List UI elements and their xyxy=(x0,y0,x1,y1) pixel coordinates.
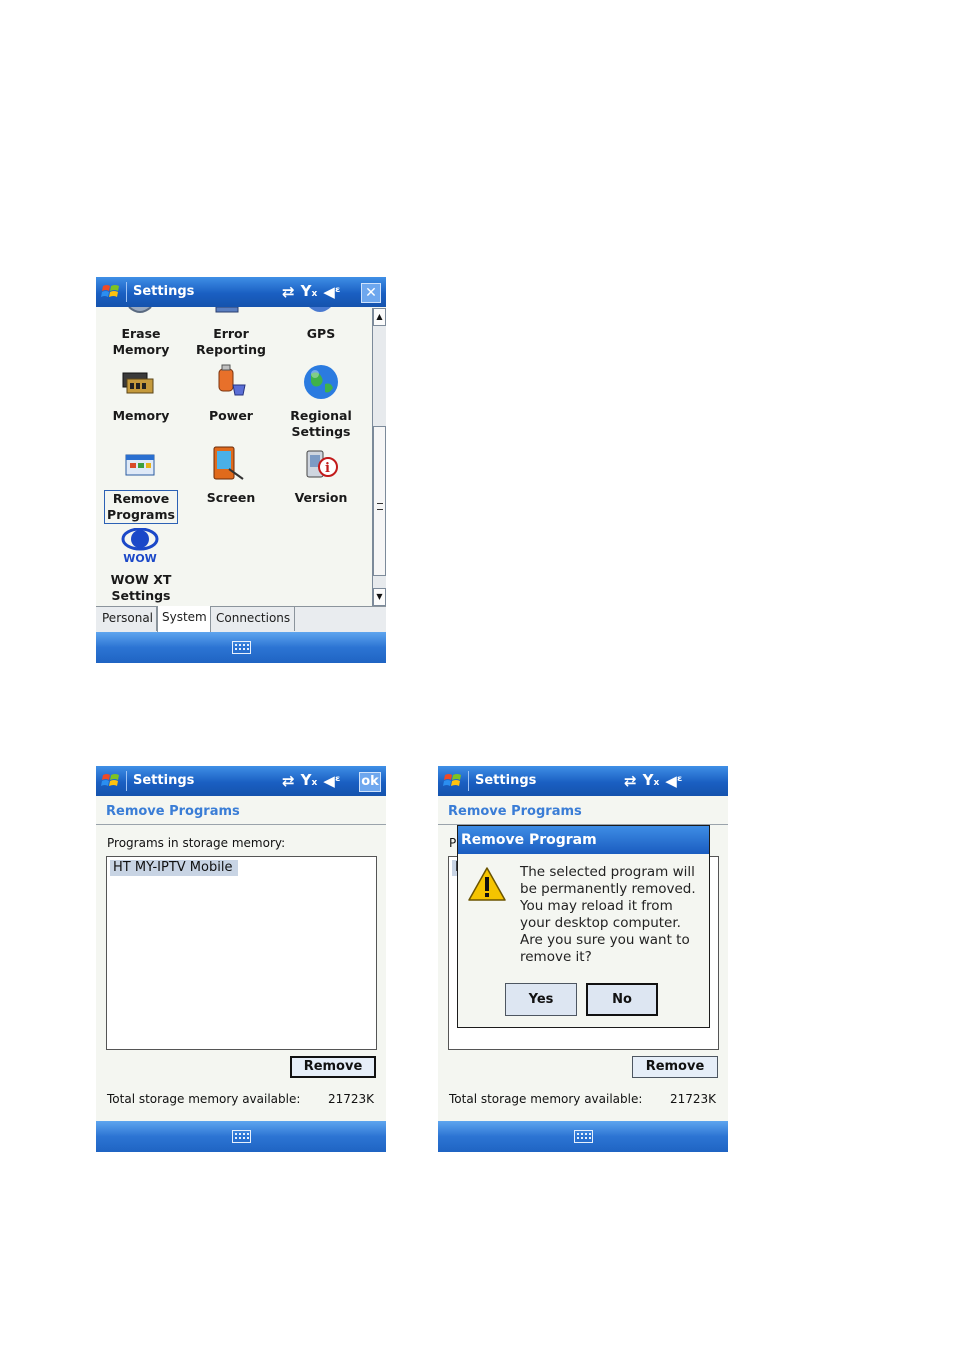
globe-icon xyxy=(304,365,338,399)
grid-item-version[interactable]: Version xyxy=(277,490,365,506)
dialog-message: The selected program will be permanently… xyxy=(520,864,696,965)
storage-label: Total storage memory available: xyxy=(449,1092,643,1106)
programs-list-label: P xyxy=(449,836,457,850)
windows-start-icon[interactable] xyxy=(100,770,122,792)
windows-start-icon[interactable] xyxy=(100,281,122,303)
scroll-down-button[interactable]: ▼ xyxy=(373,588,386,606)
tab-system[interactable]: System xyxy=(157,606,211,632)
programs-listbox[interactable]: HT MY-IPTV Mobile xyxy=(106,856,377,1050)
grid-item-error-reporting[interactable]: Error Reporting xyxy=(187,326,275,358)
storage-label: Total storage memory available: xyxy=(107,1092,301,1106)
remove-confirm-screen: Settings ⇄ Yx ◀ᵋ Remove Programs P H Rem… xyxy=(438,766,728,1152)
soft-key-bar xyxy=(438,1121,728,1152)
connectivity-icon[interactable]: ⇄ xyxy=(282,281,295,303)
title-bar: Settings ⇄ Yx ◀ᵋ ok xyxy=(96,766,386,796)
settings-tabs: Personal System Connections xyxy=(96,606,386,632)
remove-program-dialog: Remove Program The selected program will… xyxy=(457,825,710,1028)
dialog-title: Remove Program xyxy=(458,826,709,854)
grid-item-memory[interactable]: Memory xyxy=(97,408,185,424)
yes-button[interactable]: Yes xyxy=(505,983,577,1016)
selection-highlight: Remove Programs xyxy=(104,490,178,524)
erase-memory-icon xyxy=(128,307,152,313)
page-title: Remove Programs xyxy=(448,804,582,819)
window-title: Settings xyxy=(475,773,537,788)
remove-programs-icon xyxy=(125,454,155,476)
page-title: Remove Programs xyxy=(106,804,240,819)
connectivity-icon[interactable]: ⇄ xyxy=(282,770,295,792)
window-title: Settings xyxy=(133,773,195,788)
speaker-icon[interactable]: ◀ᵋ xyxy=(665,770,682,792)
remove-programs-screen: Settings ⇄ Yx ◀ᵋ ok Remove Programs Prog… xyxy=(96,766,386,1152)
thumb-grip-icon xyxy=(377,503,383,510)
speaker-icon[interactable]: ◀ᵋ xyxy=(323,770,340,792)
scroll-up-button[interactable]: ▲ xyxy=(373,308,386,326)
grid-item-screen[interactable]: Screen xyxy=(187,490,275,506)
gps-icon xyxy=(309,307,331,312)
signal-off-icon[interactable]: Yx xyxy=(301,280,318,305)
grid-item-remove-programs[interactable]: Remove Programs xyxy=(97,490,185,524)
wow-logo-icon: WOW xyxy=(120,527,160,568)
header-divider xyxy=(96,824,386,825)
grid-item-wow-xt-settings[interactable]: WOW XT Settings xyxy=(97,572,185,604)
remove-button[interactable]: Remove xyxy=(632,1056,718,1078)
no-button[interactable]: No xyxy=(586,983,658,1016)
remove-button[interactable]: Remove xyxy=(290,1056,376,1078)
grid-item-erase-memory[interactable]: Erase Memory xyxy=(97,326,185,358)
windows-start-icon[interactable] xyxy=(442,770,464,792)
signal-off-icon[interactable]: Yx xyxy=(643,769,660,794)
title-separator xyxy=(126,771,127,791)
title-separator xyxy=(126,282,127,302)
close-button[interactable]: ✕ xyxy=(361,283,381,303)
window-title: Settings xyxy=(133,284,195,299)
screen-icon xyxy=(213,446,244,480)
soft-key-bar xyxy=(96,632,386,663)
storage-value: 21723K xyxy=(327,1092,374,1106)
keyboard-icon[interactable] xyxy=(232,641,251,654)
svg-text:i: i xyxy=(325,461,330,476)
vertical-scrollbar[interactable]: ▲ ▼ xyxy=(372,308,386,606)
power-icon xyxy=(218,364,246,396)
status-icons: ⇄ Yx ◀ᵋ xyxy=(624,770,683,792)
signal-off-icon[interactable]: Yx xyxy=(301,769,318,794)
settings-system-screen: Settings ⇄ Yx ◀ᵋ ✕ Erase Memory Error Repo… xyxy=(96,277,386,663)
error-reporting-icon xyxy=(215,307,239,313)
scroll-thumb[interactable] xyxy=(373,426,386,576)
storage-value: 21723K xyxy=(669,1092,716,1106)
title-bar: Settings ⇄ Yx ◀ᵋ xyxy=(438,766,728,796)
connectivity-icon[interactable]: ⇄ xyxy=(624,770,637,792)
tab-connections[interactable]: Connections xyxy=(212,607,295,631)
programs-list-label: Programs in storage memory: xyxy=(107,836,286,850)
version-icon: i xyxy=(306,450,338,478)
title-separator xyxy=(468,771,469,791)
keyboard-icon[interactable] xyxy=(232,1130,251,1143)
soft-key-bar xyxy=(96,1121,386,1152)
status-icons: ⇄ Yx ◀ᵋ xyxy=(282,281,341,303)
list-item[interactable]: HT MY-IPTV Mobile xyxy=(110,860,239,876)
title-bar: Settings ⇄ Yx ◀ᵋ ✕ xyxy=(96,277,386,307)
memory-icon xyxy=(122,372,154,394)
tab-personal[interactable]: Personal xyxy=(98,607,157,631)
speaker-icon[interactable]: ◀ᵋ xyxy=(323,281,340,303)
status-icons: ⇄ Yx ◀ᵋ xyxy=(282,770,341,792)
ok-button[interactable]: ok xyxy=(359,772,381,792)
keyboard-icon[interactable] xyxy=(574,1130,593,1143)
grid-item-regional-settings[interactable]: Regional Settings xyxy=(277,408,365,440)
warning-icon xyxy=(468,867,506,901)
grid-item-gps[interactable]: GPS xyxy=(277,326,365,342)
grid-item-power[interactable]: Power xyxy=(187,408,275,424)
